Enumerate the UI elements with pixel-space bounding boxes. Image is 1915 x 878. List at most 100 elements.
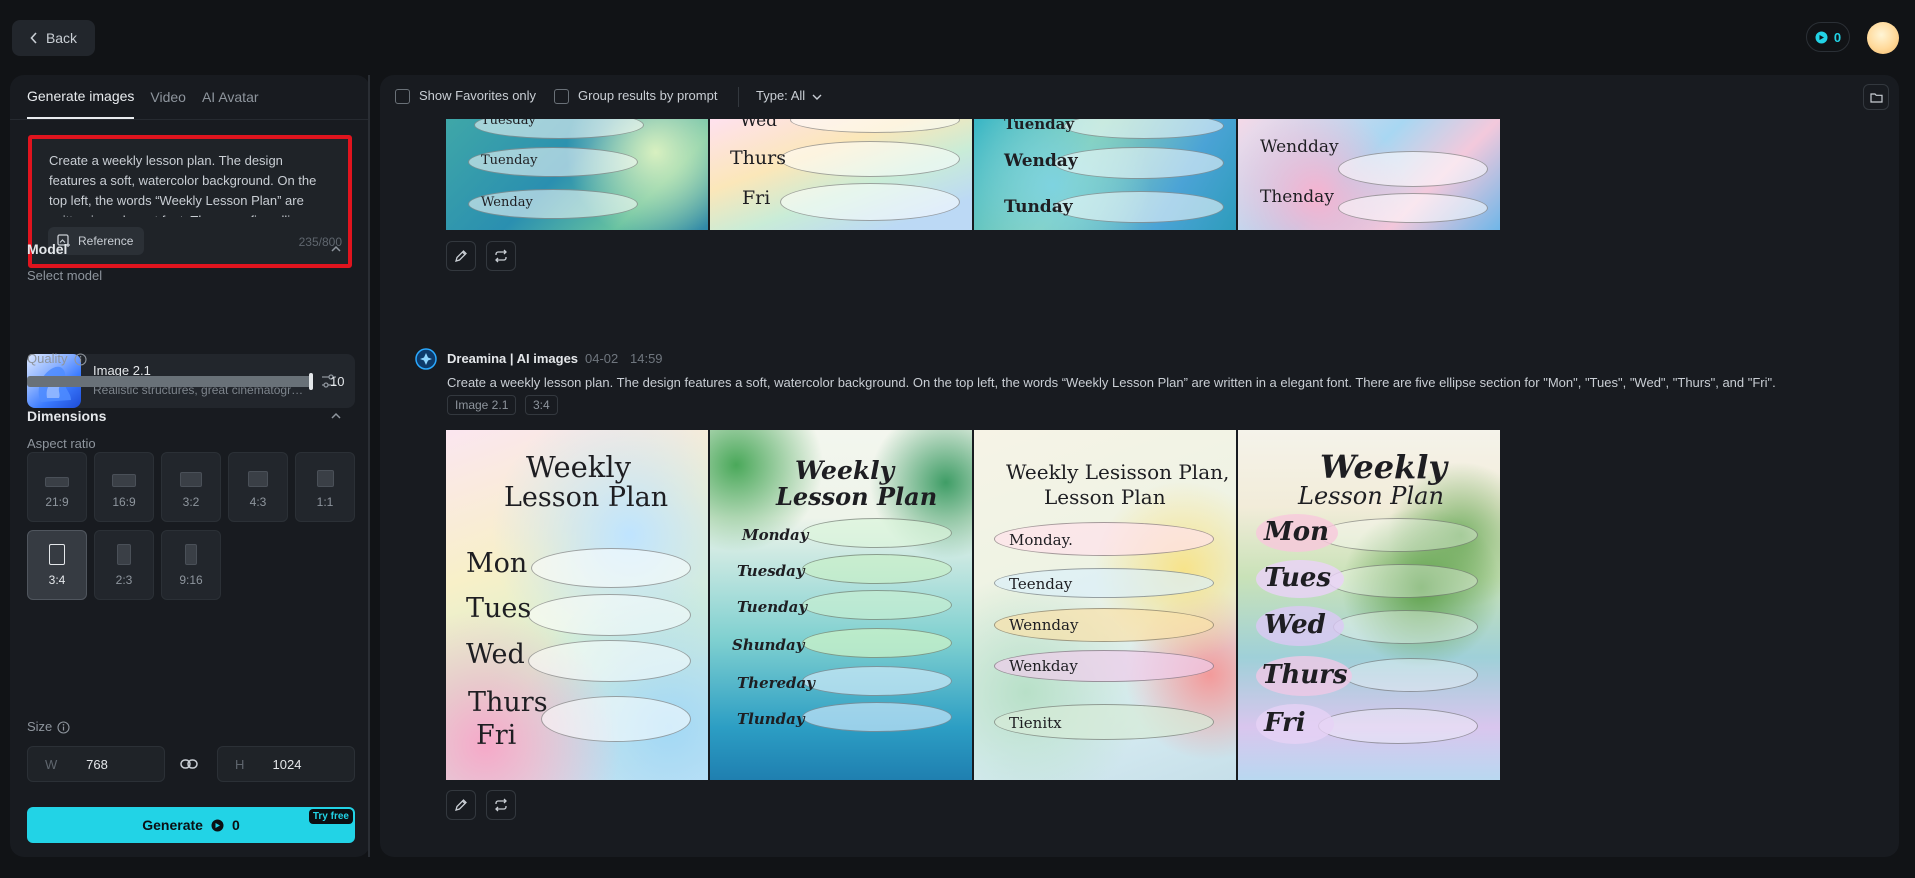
aspect-4-3[interactable]: 4:3 <box>228 452 288 522</box>
quality-slider-track[interactable] <box>27 376 312 387</box>
aspect-ratio-label: Aspect ratio <box>27 436 96 451</box>
aspect-9-16[interactable]: 9:16 <box>161 530 221 600</box>
image-title: Weekly <box>1320 448 1447 486</box>
aspect-3-4[interactable]: 3:4 <box>27 530 87 600</box>
link-icon[interactable] <box>180 756 198 772</box>
tab-ai-avatar[interactable]: AI Avatar <box>202 75 259 119</box>
chevron-up-icon[interactable] <box>330 243 342 255</box>
repeat-icon <box>494 798 508 812</box>
image-text: Tlunday <box>737 710 805 728</box>
image-text: Tuesday <box>737 562 805 580</box>
model-section-title: Model <box>27 241 68 257</box>
dimensions-section-title: Dimensions <box>27 408 107 424</box>
result-images-row-2: Weekly Lesson Plan Mon Tues Wed Thurs Fr… <box>446 430 1500 780</box>
pencil-icon <box>454 249 468 263</box>
ratio-label: 2:3 <box>115 573 133 587</box>
tab-video[interactable]: Video <box>150 75 186 119</box>
ratio-label: 4:3 <box>249 495 267 509</box>
width-value[interactable]: 768 <box>28 757 166 772</box>
info-icon[interactable] <box>57 721 70 734</box>
image-text: Thurs <box>730 147 786 169</box>
result-image[interactable]: Weekly Lesisson Plan, Lesson Plan Monday… <box>974 430 1236 780</box>
ratio-shape <box>316 470 334 487</box>
image-text: Wed <box>466 639 525 670</box>
quality-slider-thumb[interactable] <box>309 373 313 390</box>
info-icon[interactable] <box>74 353 87 366</box>
model-tag: Image 2.1 <box>447 395 517 415</box>
group-checkbox[interactable] <box>554 89 569 104</box>
image-text: Wenkday <box>1009 657 1078 675</box>
chevron-down-icon[interactable] <box>812 93 822 101</box>
image-title: Weekly <box>795 456 895 485</box>
width-field[interactable]: W 768 <box>27 746 165 782</box>
image-text: Mon <box>1264 517 1330 547</box>
quality-label: Quality <box>27 351 68 366</box>
aspect-3-2[interactable]: 3:2 <box>161 452 221 522</box>
result-images-row-1: Tuesday Tuenday Wenday Wed Thurs Fri Tue… <box>446 119 1500 230</box>
image-text: Shunday <box>732 636 805 654</box>
aspect-21-9[interactable]: 21:9 <box>27 452 87 522</box>
ratio-tag: 3:4 <box>525 395 558 415</box>
tab-divider <box>10 119 370 120</box>
image-text: Tues <box>1264 563 1332 593</box>
image-title: Lesson Plan <box>504 482 669 513</box>
ratio-label: 3:2 <box>182 495 200 509</box>
type-filter[interactable]: Type: All <box>756 88 805 103</box>
result-prompt[interactable]: Create a weekly lesson plan. The design … <box>447 375 1887 390</box>
folder-button[interactable] <box>1863 84 1889 110</box>
result-image[interactable]: Weekly Lesson Plan Monday Tuesday Tuenda… <box>710 430 972 780</box>
aspect-2-3[interactable]: 2:3 <box>94 530 154 600</box>
image-text: Tuenday <box>481 153 538 168</box>
image-title: Lesson Plan <box>776 482 938 511</box>
avatar[interactable] <box>1867 22 1899 54</box>
prompt-box[interactable]: Create a weekly lesson plan. The design … <box>28 135 352 268</box>
left-panel: Generate images Video AI Avatar Create a… <box>10 75 370 857</box>
ratio-label: 3:4 <box>48 573 66 587</box>
favorites-label: Show Favorites only <box>419 88 537 103</box>
image-title: Lesson Plan <box>1298 482 1444 510</box>
ratio-shape <box>117 544 131 565</box>
regenerate-button[interactable] <box>486 241 516 271</box>
ratio-label: 21:9 <box>45 495 69 509</box>
panel-scrollbar[interactable] <box>368 75 370 857</box>
tab-generate-images[interactable]: Generate images <box>27 75 135 119</box>
image-text: Monday <box>742 526 809 544</box>
chevron-left-icon <box>30 32 38 44</box>
back-button[interactable]: Back <box>12 20 95 56</box>
credit-icon <box>211 819 224 832</box>
image-text: Thurs <box>468 687 548 718</box>
chevron-up-icon[interactable] <box>330 410 342 422</box>
ratio-shape <box>180 472 202 487</box>
height-value[interactable]: 1024 <box>218 757 356 772</box>
image-text: Tues <box>466 593 532 624</box>
result-image[interactable]: Wendday Thenday <box>1238 119 1500 230</box>
group-label: Group results by prompt <box>578 88 718 103</box>
image-text: Monday. <box>1009 531 1073 549</box>
generate-label: Generate <box>142 817 203 833</box>
results-panel: Show Favorites only Group results by pro… <box>380 75 1899 857</box>
image-text: Fri <box>476 720 517 751</box>
credits-badge[interactable]: 0 <box>1806 22 1850 52</box>
result-image[interactable]: Wed Thurs Fri <box>710 119 972 230</box>
results-toolbar: Show Favorites only Group results by pro… <box>380 75 1899 119</box>
favorites-checkbox[interactable] <box>395 89 410 104</box>
height-field[interactable]: H 1024 <box>217 746 355 782</box>
regenerate-button[interactable] <box>486 790 516 820</box>
edit-button[interactable] <box>446 241 476 271</box>
edit-button[interactable] <box>446 790 476 820</box>
image-title: Lesson Plan <box>1044 485 1166 509</box>
aspect-1-1[interactable]: 1:1 <box>295 452 355 522</box>
result-image[interactable]: Tuesday Tuenday Wenday <box>446 119 708 230</box>
ratio-shape <box>112 474 136 487</box>
size-label: Size <box>27 719 53 734</box>
generate-cost: 0 <box>231 817 240 833</box>
toolbar-divider <box>738 87 739 107</box>
prompt-textarea[interactable]: Create a weekly lesson plan. The design … <box>49 151 333 217</box>
credits-count: 0 <box>1833 29 1842 45</box>
result-image[interactable]: Weekly Lesson Plan Mon Tues Wed Thurs Fr… <box>1238 430 1500 780</box>
type-filter-label: Type: All <box>756 88 806 103</box>
aspect-16-9[interactable]: 16:9 <box>94 452 154 522</box>
result-image[interactable]: Tuenday Wenday Tunday <box>974 119 1236 230</box>
result-image[interactable]: Weekly Lesson Plan Mon Tues Wed Thurs Fr… <box>446 430 708 780</box>
generate-button[interactable]: Generate 0 Try free <box>27 807 355 843</box>
